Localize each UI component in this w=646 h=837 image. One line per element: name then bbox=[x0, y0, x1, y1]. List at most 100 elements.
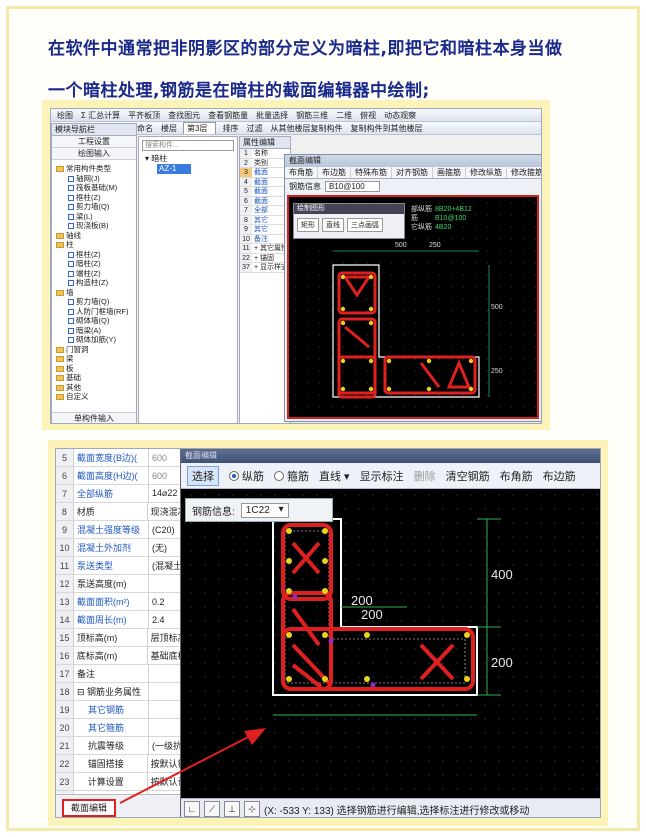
nav-tree-item[interactable]: 构造柱(Z) bbox=[54, 278, 136, 288]
nav-tree-item[interactable]: 剪力墙(Q) bbox=[54, 202, 136, 212]
property-row[interactable]: 11 泵送类型 (混凝土 bbox=[56, 557, 186, 575]
project-settings-button[interactable]: 工程设置 bbox=[52, 136, 136, 148]
toolbar-item-6[interactable]: 钢筋三维 bbox=[294, 110, 330, 121]
top-prop-row[interactable]: 10 备注 bbox=[240, 234, 290, 244]
toolbar-item-0[interactable]: 绘图 bbox=[55, 110, 75, 121]
toolbar-item-3[interactable]: 查找图元 bbox=[166, 110, 202, 121]
property-row[interactable]: 15 顶标高(m) 层顶标高 bbox=[56, 629, 186, 647]
property-row[interactable]: 10 混凝土外加剂 (无) bbox=[56, 539, 186, 557]
rebar-info-select[interactable]: 1C22 bbox=[240, 502, 289, 518]
nav-tree-item[interactable]: 梁(L) bbox=[54, 212, 136, 222]
toolbar-item-1[interactable]: Σ 汇总计算 bbox=[79, 110, 122, 121]
tree-node-hidden-column[interactable]: ▾ 暗柱 bbox=[139, 154, 237, 164]
top-prop-row[interactable]: 7 全部 bbox=[240, 206, 290, 216]
nav-tree-item[interactable]: 砌体墙(Q) bbox=[54, 316, 136, 326]
property-row[interactable]: 5 截面宽度(B边)(600 bbox=[56, 449, 186, 467]
nav-tree-item[interactable]: 端柱(Z) bbox=[54, 269, 136, 279]
top-prop-row[interactable]: 9 其它 bbox=[240, 225, 290, 235]
toolbar-item-5[interactable]: 批量选择 bbox=[254, 110, 290, 121]
top-editor-tab[interactable]: 特殊布筋 bbox=[351, 167, 392, 178]
top-prop-row[interactable]: 1 名称 bbox=[240, 149, 290, 159]
property-row[interactable]: 8 材质 现浇混凝 bbox=[56, 503, 186, 521]
property-row[interactable]: 14 截面周长(m) 2.4 bbox=[56, 611, 186, 629]
nav-tree-item[interactable]: 轴线 bbox=[54, 231, 136, 241]
top-editor-tab[interactable]: 画箍筋 bbox=[433, 167, 466, 178]
nav-tree-item[interactable]: 筏板基础(M) bbox=[54, 183, 136, 193]
property-row[interactable]: 12 泵送高度(m) bbox=[56, 575, 186, 593]
single-component-input-button[interactable]: 单构件输入 bbox=[52, 412, 136, 423]
nav-tree-item[interactable]: 墙 bbox=[54, 288, 136, 298]
nav-tree-item[interactable]: 柱 bbox=[54, 240, 136, 250]
corner-rebar-button[interactable]: 布角筋 bbox=[500, 468, 533, 484]
property-row-value[interactable]: (混凝土 bbox=[149, 559, 182, 572]
top-editor-tab[interactable]: 对齐钢筋 bbox=[392, 167, 433, 178]
property-row-value[interactable]: (无) bbox=[149, 541, 167, 554]
top-prop-row[interactable]: 3 截面 bbox=[240, 168, 290, 178]
show-label-button[interactable]: 显示标注 bbox=[360, 468, 404, 484]
property-row-value[interactable]: 0.2 bbox=[149, 597, 165, 607]
toolbar-item-4[interactable]: 查看钢筋量 bbox=[206, 110, 250, 121]
property-row[interactable]: 18 ⊟ 钢筋业务属性 bbox=[56, 683, 186, 701]
toolbar-item-7[interactable]: 二维 bbox=[334, 110, 354, 121]
line-dropdown[interactable]: 直线 ▾ bbox=[319, 468, 350, 484]
property-row-value[interactable]: 600 bbox=[149, 453, 167, 463]
component-search-input[interactable]: 搜索构件... bbox=[142, 140, 234, 151]
property-row-value[interactable]: 2.4 bbox=[149, 615, 165, 625]
draw-shape-option[interactable]: 三点画弧 bbox=[347, 218, 383, 232]
top-editor-tab[interactable]: 布边筋 bbox=[318, 167, 351, 178]
copy-to-floor-button[interactable]: 复制构件到其他楼层 bbox=[348, 123, 424, 134]
delete-button[interactable]: 删除 bbox=[414, 468, 436, 484]
top-prop-row[interactable]: 22 + 锚固 bbox=[240, 253, 290, 263]
property-row[interactable]: 9 混凝土强度等级 (C20) bbox=[56, 521, 186, 539]
top-editor-tab[interactable]: 修改箍筋 bbox=[507, 167, 541, 178]
top-prop-row[interactable]: 5 截面 bbox=[240, 187, 290, 197]
copy-from-floor-button[interactable]: 从其他楼层复制构件 bbox=[268, 123, 344, 134]
property-row[interactable]: 17 备注 bbox=[56, 665, 186, 683]
top-prop-row[interactable]: 6 截面 bbox=[240, 196, 290, 206]
nav-tree-item[interactable]: 暗梁(A) bbox=[54, 326, 136, 336]
nav-tree-item[interactable]: 人防门框墙(RF) bbox=[54, 307, 136, 317]
nav-tree-item[interactable]: 自定义 bbox=[54, 392, 136, 402]
top-rebar-info-select[interactable]: B10@100 bbox=[325, 180, 380, 192]
radio-stirrup[interactable]: 箍筋 bbox=[274, 468, 309, 484]
top-prop-row[interactable]: 8 其它 bbox=[240, 215, 290, 225]
nav-tree-item[interactable]: 轴网(J) bbox=[54, 174, 136, 184]
tree-node-az1[interactable]: AZ-1 bbox=[157, 164, 191, 174]
nav-tree-item[interactable]: 基础 bbox=[54, 373, 136, 383]
top-prop-row[interactable]: 2 类别 bbox=[240, 158, 290, 168]
toolbar-item-8[interactable]: 俯视 bbox=[358, 110, 378, 121]
top-prop-row[interactable]: 37 + 显示样式 bbox=[240, 263, 290, 273]
nav-tree-item[interactable]: 暗柱(Z) bbox=[54, 259, 136, 269]
nav-tree-item[interactable]: 梁 bbox=[54, 354, 136, 364]
property-row[interactable]: 13 截面面积(m²) 0.2 bbox=[56, 593, 186, 611]
nav-tree-item[interactable]: 框柱(Z) bbox=[54, 193, 136, 203]
property-row-value[interactable]: 14⌀22 bbox=[149, 488, 177, 499]
property-row-value[interactable]: 600 bbox=[149, 471, 167, 481]
draw-shape-option[interactable]: 直线 bbox=[322, 218, 344, 232]
select-button[interactable]: 选择 bbox=[187, 465, 219, 486]
floor-select[interactable]: 第3层 bbox=[183, 122, 217, 134]
property-row[interactable]: 19 其它钢筋 bbox=[56, 701, 186, 719]
nav-tree-item[interactable]: 板 bbox=[54, 364, 136, 374]
property-row[interactable]: 6 截面高度(H边)(600 bbox=[56, 467, 186, 485]
property-row-value[interactable]: (C20) bbox=[149, 525, 175, 535]
toolbar-item-9[interactable]: 动态观察 bbox=[382, 110, 418, 121]
nav-tree-item[interactable]: 剪力墙(Q) bbox=[54, 297, 136, 307]
nav-tree-item[interactable]: 常用构件类型 bbox=[54, 164, 136, 174]
section-edit-tab[interactable]: 截面编辑 bbox=[62, 799, 116, 817]
property-row[interactable]: 16 底标高(m) 基础底标 bbox=[56, 647, 186, 665]
property-row[interactable]: 7 全部纵筋 14⌀22 bbox=[56, 485, 186, 503]
nav-tree-item[interactable]: 框柱(Z) bbox=[54, 250, 136, 260]
nav-tree-item[interactable]: 门窗洞 bbox=[54, 345, 136, 355]
draw-shape-option[interactable]: 矩形 bbox=[297, 218, 319, 232]
drawing-input-button[interactable]: 绘图输入 bbox=[52, 148, 136, 160]
edge-rebar-button[interactable]: 布边筋 bbox=[543, 468, 576, 484]
top-prop-row[interactable]: 11 + 其它属性 bbox=[240, 244, 290, 254]
sort-button[interactable]: 排序 bbox=[220, 123, 240, 134]
nav-tree-item[interactable]: 现浇板(B) bbox=[54, 221, 136, 231]
top-editor-tab[interactable]: 修改纵筋 bbox=[466, 167, 507, 178]
nav-tree-item[interactable]: 其他 bbox=[54, 383, 136, 393]
top-prop-row[interactable]: 4 截面 bbox=[240, 177, 290, 187]
filter-button[interactable]: 过滤 bbox=[244, 123, 264, 134]
toolbar-item-2[interactable]: 平齐板顶 bbox=[126, 110, 162, 121]
